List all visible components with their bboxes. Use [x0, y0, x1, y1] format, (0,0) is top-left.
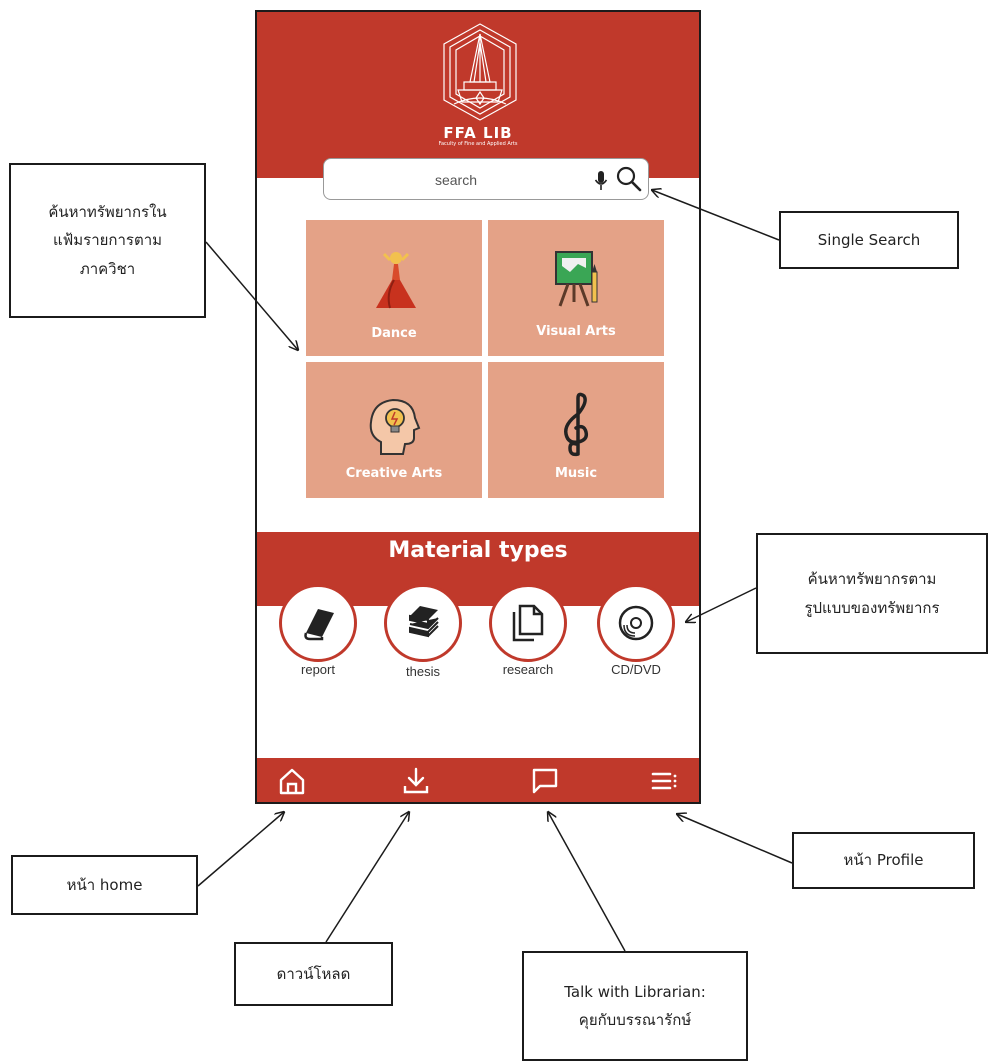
annotation-arrows	[197, 0, 793, 952]
arrow-home	[197, 812, 284, 887]
arrow-categories	[205, 241, 298, 350]
arrow-single-search	[652, 190, 780, 241]
arrow-material-types	[686, 587, 757, 622]
arrow-download	[325, 812, 409, 943]
arrow-talk-librarian	[548, 812, 626, 952]
arrow-profile	[677, 814, 793, 864]
